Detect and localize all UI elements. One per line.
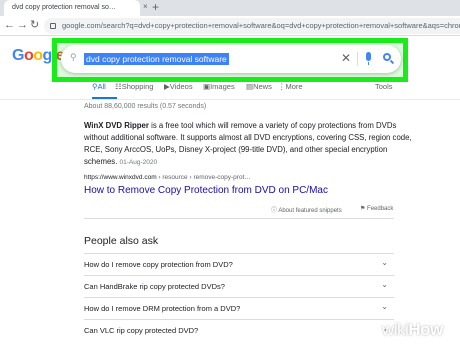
tab-videos-label: Videos — [169, 82, 193, 91]
result-stats: About 88,60,000 results (0.57 seconds) — [84, 103, 207, 110]
header-divider — [0, 99, 460, 100]
watermark-how: How — [408, 320, 443, 339]
search-query-text[interactable]: dvd copy protection removal software — [84, 53, 229, 65]
logo-letter: o — [33, 47, 43, 64]
tab-shopping-label: Shopping — [121, 82, 154, 91]
tab-title: dvd copy protection removal so… — [12, 4, 116, 11]
chevron-down-icon: ⌄ — [381, 280, 388, 289]
tools-button[interactable]: Tools — [375, 82, 393, 91]
new-tab-button[interactable]: + — [152, 0, 159, 15]
result-title-link[interactable]: How to Remove Copy Protection from DVD o… — [84, 185, 328, 196]
mic-stem — [368, 62, 369, 65]
paa-question[interactable]: Can HandBrake rip copy protected DVDs? ⌄ — [84, 275, 394, 297]
tab-news-label: News — [253, 82, 272, 91]
paa-question[interactable]: Can VLC rip copy protected DVD? ⌄ — [84, 319, 394, 341]
paa-question-text: Can HandBrake rip copy protected DVDs? — [84, 282, 225, 291]
cite-path: › resource › remove-copy-prot… — [156, 174, 251, 181]
about-featured-snippets[interactable]: ⓘ About featured snippets — [271, 205, 342, 214]
tab-all-label: All — [97, 82, 106, 91]
tab-more[interactable]: ⋮ More — [278, 82, 303, 91]
browser-tab[interactable]: dvd copy protection removal so… — [4, 0, 140, 16]
about-featured-label: About featured snippets — [278, 208, 342, 214]
cite-domain: https://www.winxdvd.com — [84, 174, 157, 181]
url-text: google.com/search?q=dvd+copy+protection+… — [62, 21, 460, 30]
paa-question[interactable]: How do I remove DRM protection from a DV… — [84, 297, 394, 319]
back-icon[interactable]: ← — [4, 18, 15, 32]
url-field[interactable]: google.com/search?q=dvd+copy+protection+… — [44, 18, 460, 34]
snippet-bold: WinX DVD Ripper — [84, 121, 149, 130]
search-icon: ⚲ — [70, 52, 77, 62]
search-divider — [357, 52, 358, 66]
search-button-handle — [389, 59, 395, 65]
tab-more-label: More — [285, 82, 303, 91]
tab-videos[interactable]: ▶ Videos — [164, 82, 193, 91]
tab-all[interactable]: ⚲ All — [92, 82, 106, 91]
section-divider — [84, 218, 394, 219]
paa-question-text: How do I remove DRM protection from a DV… — [84, 304, 241, 313]
logo-letter: o — [23, 47, 34, 64]
paa-question-text: How do I remove copy protection from DVD… — [84, 260, 233, 269]
chevron-down-icon: ⌄ — [381, 302, 388, 311]
wikihow-watermark: wikiHow — [382, 320, 443, 340]
tab-close-icon[interactable]: × — [143, 2, 148, 11]
feedback-label: Feedback — [367, 206, 394, 212]
watermark-wiki: wiki — [382, 320, 409, 339]
paa-question[interactable]: How do I remove copy protection from DVD… — [84, 253, 394, 275]
reload-icon[interactable]: ↻ — [30, 18, 39, 32]
people-also-ask-title: People also ask — [84, 235, 159, 247]
browser-tab-strip: dvd copy protection removal so… × + — [0, 0, 460, 16]
tab-images[interactable]: ▣ Images — [203, 82, 235, 91]
address-bar-row: ← → ↻ google.com/search?q=dvd+copy+prote… — [0, 16, 460, 36]
tab-shopping[interactable]: ☷ Shopping — [115, 82, 153, 91]
chevron-down-icon: ⌄ — [381, 258, 388, 267]
snippet-date: 01-Aug-2020 — [119, 159, 158, 166]
tab-images-label: Images — [210, 82, 235, 91]
feedback-link[interactable]: ⚑ Feedback — [360, 205, 393, 212]
logo-letter: G — [12, 47, 24, 64]
close-icon[interactable]: ✕ — [341, 51, 351, 65]
result-cite: https://www.winxdvd.com › resource › rem… — [84, 174, 251, 181]
forward-icon[interactable]: → — [17, 18, 28, 32]
lock-icon — [50, 23, 56, 29]
featured-snippet: WinX DVD Ripper is a free tool which wil… — [84, 120, 414, 169]
paa-question-text: Can VLC rip copy protected DVD? — [84, 326, 199, 335]
tab-news[interactable]: ▤ News — [246, 82, 272, 91]
mic-icon[interactable] — [366, 52, 371, 61]
search-input[interactable]: ⚲ dvd copy protection removal software ✕ — [61, 45, 401, 73]
logo-letter: g — [42, 47, 53, 64]
